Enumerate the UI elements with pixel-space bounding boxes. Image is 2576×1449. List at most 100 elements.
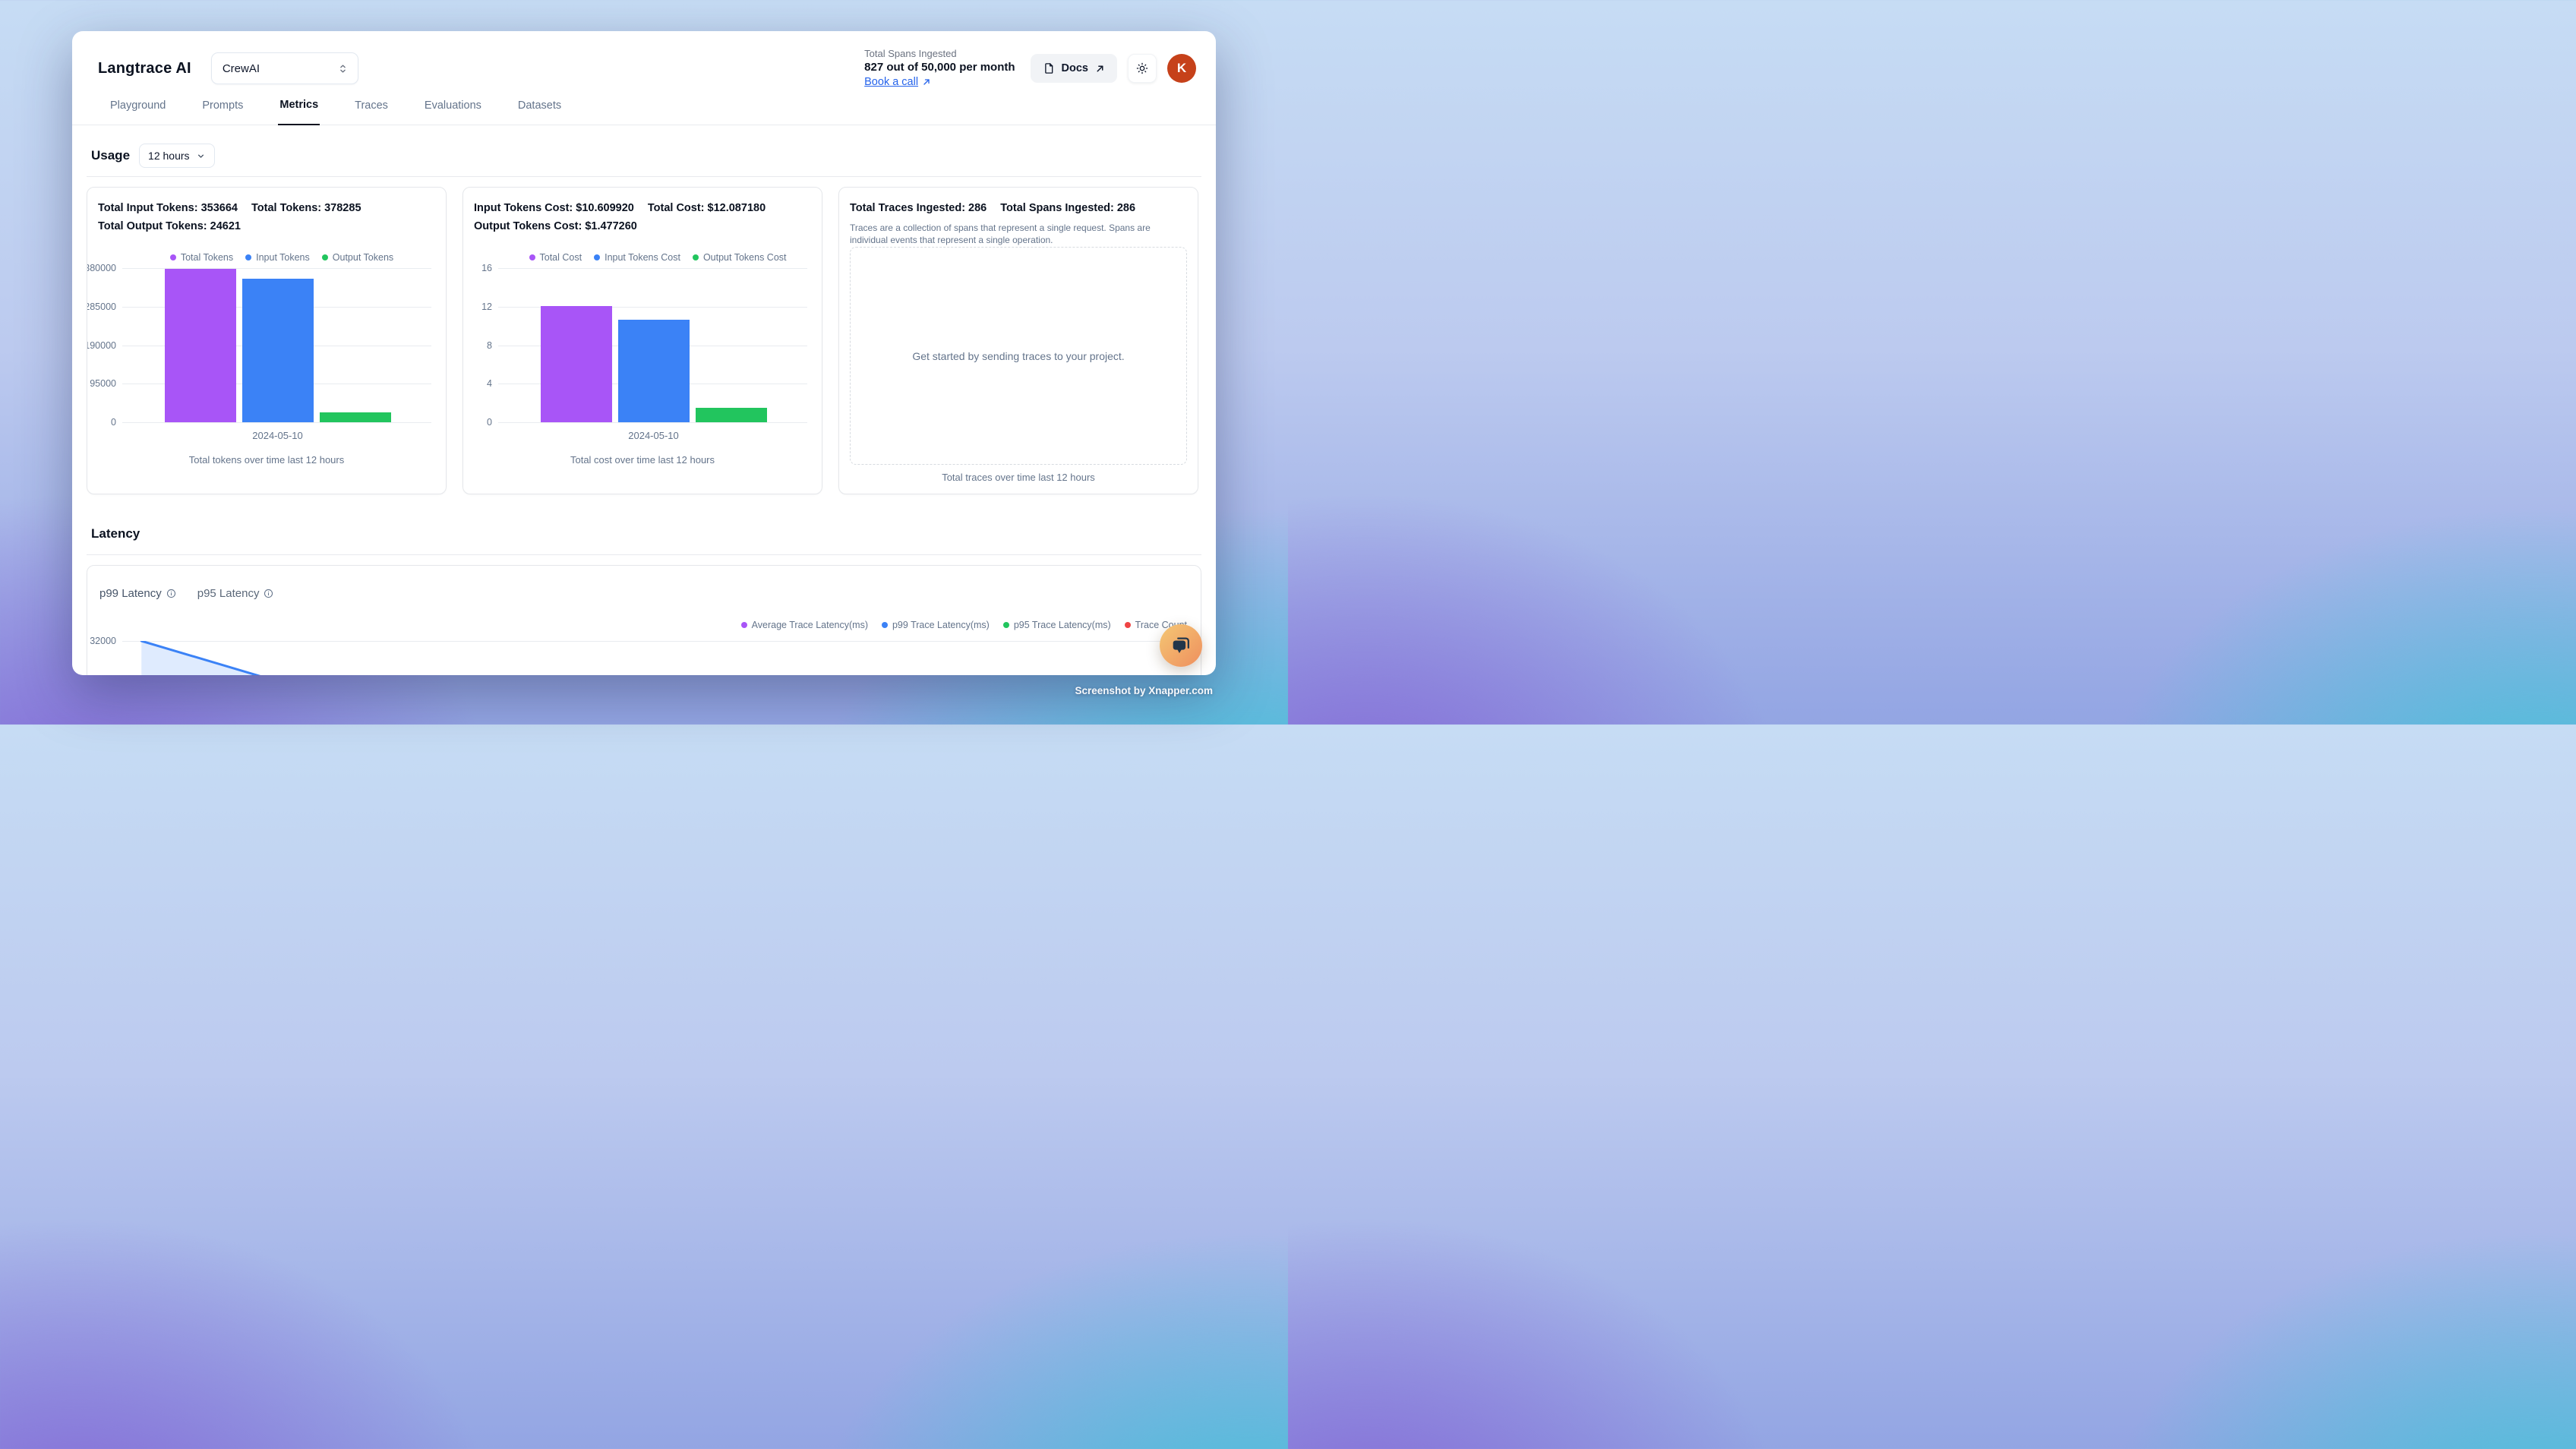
bar-total-cost xyxy=(541,306,612,422)
usage-range-dropdown[interactable]: 12 hours xyxy=(139,144,214,168)
stat-total-input-tokens: Total Input Tokens: 353664 xyxy=(98,199,238,217)
usage-section-title: Usage xyxy=(91,148,130,163)
grid-line xyxy=(498,268,807,269)
docs-button[interactable]: Docs xyxy=(1031,54,1117,83)
y-axis-tick: 285000 xyxy=(87,301,116,312)
tokens-chart: 3800002850001900009500002024-05-10 xyxy=(87,268,446,444)
document-icon xyxy=(1043,62,1055,74)
latency-legend: Average Trace Latency(ms) p99 Trace Laten… xyxy=(87,620,1187,630)
tokens-chart-caption: Total tokens over time last 12 hours xyxy=(87,454,446,466)
tokens-legend: Total Tokens Input Tokens Output Tokens xyxy=(87,252,446,263)
latency-section-title: Latency xyxy=(91,526,140,541)
legend-item: Total Tokens xyxy=(170,252,233,263)
tab-metrics[interactable]: Metrics xyxy=(278,95,320,125)
legend-item: Average Trace Latency(ms) xyxy=(741,620,868,630)
y-axis-tick: 4 xyxy=(462,378,492,389)
stat-total-tokens: Total Tokens: 378285 xyxy=(251,199,361,217)
legend-dot xyxy=(245,254,251,260)
legend-item: Input Tokens xyxy=(245,252,310,263)
spans-usage-summary: Total Spans Ingested 827 out of 50,000 p… xyxy=(864,48,1015,89)
stat-input-tokens-cost: Input Tokens Cost: $10.609920 xyxy=(474,199,634,217)
legend-dot xyxy=(594,254,600,260)
cost-card: Input Tokens Cost: $10.609920 Total Cost… xyxy=(462,187,822,494)
y-axis-tick: 16 xyxy=(462,263,492,273)
tab-traces[interactable]: Traces xyxy=(353,95,390,125)
tab-datasets[interactable]: Datasets xyxy=(516,95,563,125)
legend-dot xyxy=(693,254,699,260)
spans-usage-label: Total Spans Ingested xyxy=(864,48,1015,59)
bar-total-tokens xyxy=(165,269,236,422)
latency-chart: 3200024000 xyxy=(87,641,1201,675)
bar-input-tokens-cost xyxy=(618,320,690,422)
tab-prompts[interactable]: Prompts xyxy=(200,95,245,125)
latency-divider xyxy=(87,554,1201,555)
traces-description: Traces are a collection of spans that re… xyxy=(850,222,1187,246)
legend-dot xyxy=(1125,622,1131,628)
legend-item: Output Tokens Cost xyxy=(693,252,787,263)
spans-usage-value: 827 out of 50,000 per month xyxy=(864,61,1015,74)
y-axis-tick: 95000 xyxy=(87,378,116,389)
info-icon xyxy=(264,589,273,598)
stat-output-tokens-cost: Output Tokens Cost: $1.477260 xyxy=(474,217,637,235)
project-select-value: CrewAI xyxy=(223,62,337,75)
cost-legend: Total Cost Input Tokens Cost Output Tokens… xyxy=(463,252,822,263)
y-axis-tick: 12 xyxy=(462,301,492,312)
watermark: Screenshot by Xnapper.com xyxy=(1075,685,1213,696)
tab-playground[interactable]: Playground xyxy=(109,95,167,125)
traces-chart-caption: Total traces over time last 12 hours xyxy=(839,472,1198,483)
legend-dot xyxy=(741,622,747,628)
bar-output-tokens xyxy=(320,412,391,422)
grid-line xyxy=(122,422,431,423)
book-a-call-link[interactable]: Book a call xyxy=(864,76,931,88)
traces-card: Total Traces Ingested: 286 Total Spans I… xyxy=(838,187,1198,494)
chevron-down-icon xyxy=(196,151,206,161)
legend-item: Input Tokens Cost xyxy=(594,252,680,263)
stat-total-spans-ingested: Total Spans Ingested: 286 xyxy=(1000,199,1135,217)
legend-dot xyxy=(1003,622,1009,628)
y-axis-tick: 8 xyxy=(462,340,492,351)
cost-chart: 16128402024-05-10 xyxy=(463,268,822,444)
stat-total-cost: Total Cost: $12.087180 xyxy=(648,199,766,217)
docs-button-label: Docs xyxy=(1062,62,1088,74)
legend-dot xyxy=(882,622,888,628)
main-tabbar: Playground Prompts Metrics Traces Evaluation… xyxy=(72,95,1216,125)
cost-chart-caption: Total cost over time last 12 hours xyxy=(463,454,822,466)
usage-divider xyxy=(87,176,1201,177)
legend-item: Output Tokens xyxy=(322,252,393,263)
chat-widget-button[interactable] xyxy=(1160,624,1202,667)
external-arrow-icon xyxy=(922,77,931,87)
external-arrow-icon xyxy=(1095,64,1105,74)
header: Langtrace AI CrewAI Total Spans Ingested… xyxy=(72,31,1216,95)
main-content: Usage 12 hours Total Input Tokens: 35366… xyxy=(72,144,1216,675)
latency-area-series xyxy=(87,641,1201,675)
legend-dot xyxy=(170,254,176,260)
legend-item: p99 Trace Latency(ms) xyxy=(882,620,990,630)
stat-total-traces-ingested: Total Traces Ingested: 286 xyxy=(850,199,987,217)
traces-empty-state-text: Get started by sending traces to your pr… xyxy=(912,350,1124,362)
bar-output-tokens-cost xyxy=(696,408,767,422)
x-axis-tick: 2024-05-10 xyxy=(252,430,303,441)
info-icon xyxy=(166,589,176,598)
x-axis-tick: 2024-05-10 xyxy=(628,430,679,441)
bar-input-tokens xyxy=(242,279,314,422)
y-axis-tick: 0 xyxy=(87,417,116,428)
p95-latency-toggle[interactable]: p95 Latency xyxy=(197,587,274,600)
p99-latency-toggle[interactable]: p99 Latency xyxy=(99,587,176,600)
app-window: Langtrace AI CrewAI Total Spans Ingested… xyxy=(72,31,1216,675)
traces-empty-state: Get started by sending traces to your pr… xyxy=(850,247,1187,465)
theme-toggle-button[interactable] xyxy=(1128,54,1157,83)
stat-total-output-tokens: Total Output Tokens: 24621 xyxy=(98,217,241,235)
sun-icon xyxy=(1135,62,1149,75)
project-select[interactable]: CrewAI xyxy=(211,52,358,84)
grid-line xyxy=(498,422,807,423)
y-axis-tick: 190000 xyxy=(87,340,116,351)
y-axis-tick: 0 xyxy=(462,417,492,428)
chat-bubbles-icon xyxy=(1170,634,1192,657)
avatar[interactable]: K xyxy=(1167,54,1196,83)
legend-item: Total Cost xyxy=(529,252,582,263)
tokens-card: Total Input Tokens: 353664 Total Tokens:… xyxy=(87,187,447,494)
app-logo: Langtrace AI xyxy=(98,60,191,77)
chevron-up-down-icon xyxy=(337,63,349,74)
tab-evaluations[interactable]: Evaluations xyxy=(423,95,483,125)
legend-dot xyxy=(322,254,328,260)
